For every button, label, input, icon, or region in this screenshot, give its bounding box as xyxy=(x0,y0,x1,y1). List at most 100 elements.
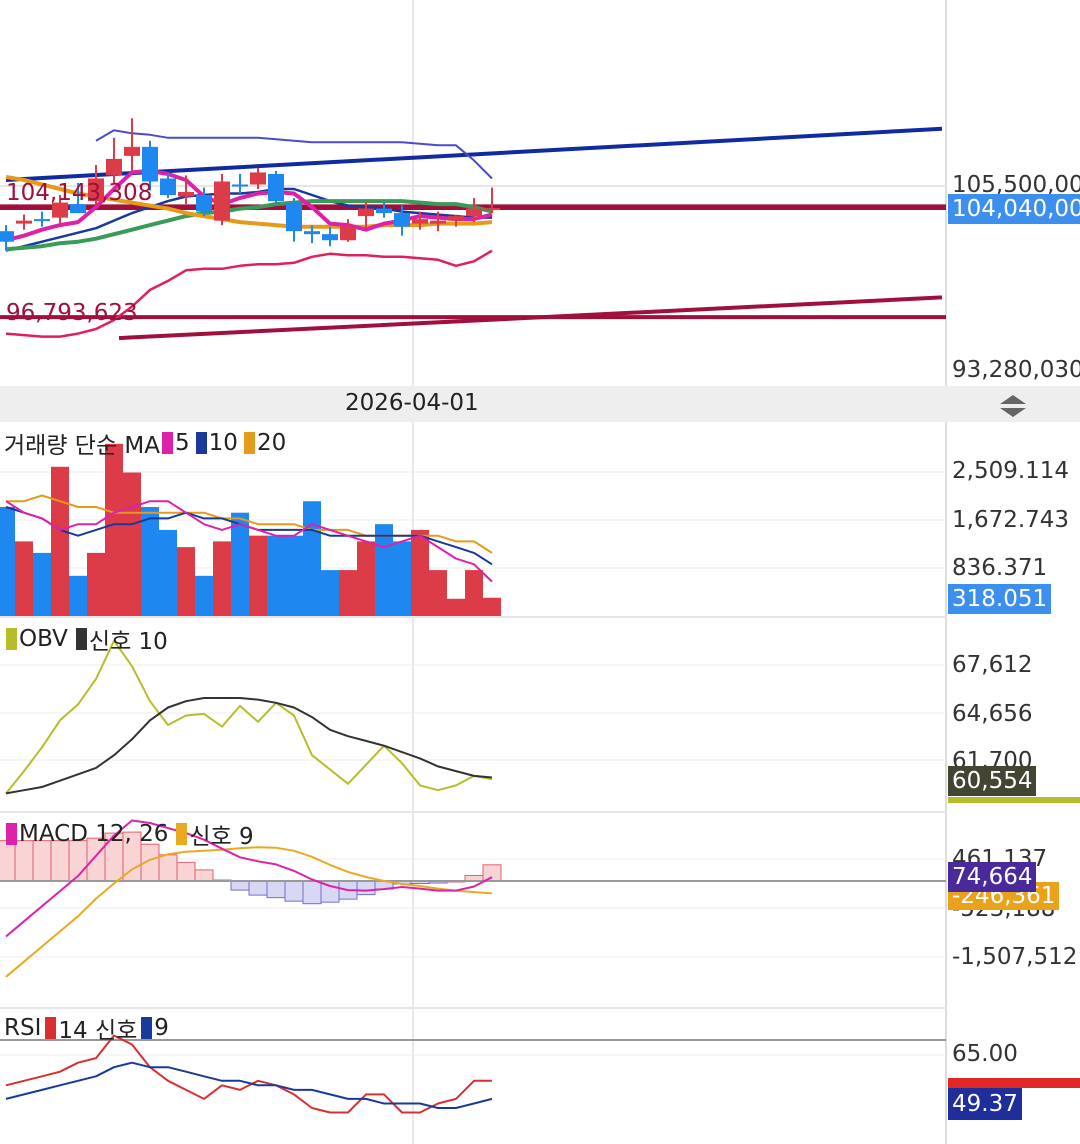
crosshair-date-label: 2026-04-01 xyxy=(345,390,479,416)
volume-bar xyxy=(249,535,267,616)
volume-bar xyxy=(177,547,195,616)
volume-bar xyxy=(339,570,357,616)
obv-current-tag: 60,554 xyxy=(948,766,1037,796)
obv-line xyxy=(5,639,493,795)
obv-axis-label: 67,612 xyxy=(952,652,1033,678)
price-axis-label: 93,280,030 xyxy=(952,357,1080,383)
candle-body xyxy=(250,172,266,185)
volume-bar xyxy=(159,529,177,616)
obv-color-strip xyxy=(948,797,1080,803)
candle-body xyxy=(196,195,212,212)
volume-bar xyxy=(465,570,483,616)
obv-legend-signal: 신호 10 xyxy=(88,629,168,655)
volume-bar xyxy=(51,466,69,616)
rsi-legend-p2: 9 xyxy=(154,1015,169,1041)
macd-histogram-bar xyxy=(248,880,268,896)
candle-body xyxy=(268,173,284,202)
candle-body xyxy=(394,213,410,227)
macd-histogram-bar xyxy=(230,880,250,891)
candle-body xyxy=(358,208,374,217)
volume-bar xyxy=(357,541,375,616)
volume-bar xyxy=(213,541,231,616)
obv-legend: OBV 신호 10 xyxy=(4,622,168,656)
volume-legend: 거래량 단순 MA 5 10 20 xyxy=(4,426,286,460)
volume-bar xyxy=(141,506,159,616)
macd-legend-name: MACD 12, 26 xyxy=(19,821,169,847)
rsi-current-tag: 49.37 xyxy=(948,1088,1022,1120)
chart-canvas[interactable] xyxy=(0,0,1080,1144)
candle-body xyxy=(376,208,392,214)
candle-body xyxy=(430,220,446,224)
volume-current-tag: 318.051 xyxy=(948,584,1052,614)
volume-bar xyxy=(0,506,15,616)
volume-legend-p1: 5 xyxy=(175,430,190,456)
volume-bar xyxy=(195,575,213,616)
ma5-swatch xyxy=(162,432,174,454)
rsi-axis-label: 65.00 xyxy=(952,1041,1018,1067)
macd-histogram-bar xyxy=(302,880,322,905)
candle-body xyxy=(214,181,230,221)
macd-current-tag: 74,664 xyxy=(948,862,1037,892)
price-annotation-upper: 104,143,308 xyxy=(6,180,153,206)
candle-body xyxy=(304,231,320,235)
rsi-value-strip xyxy=(948,1078,1080,1088)
volume-bar xyxy=(393,541,411,616)
candle-body xyxy=(412,219,428,224)
candle-body xyxy=(448,216,464,221)
macd-histogram-bar xyxy=(194,869,214,882)
price-current-tag: 104,040,000 xyxy=(948,194,1080,224)
volume-bar xyxy=(447,598,465,616)
candle-body xyxy=(0,231,14,242)
volume-bar xyxy=(15,541,33,616)
volume-axis-label: 2,509.114 xyxy=(952,458,1070,484)
candle-body xyxy=(16,220,32,224)
candle-body xyxy=(340,226,356,241)
macd-histogram-bar xyxy=(482,864,502,882)
volume-bar xyxy=(411,529,429,616)
macd-histogram-bar xyxy=(266,880,286,899)
rsi-signal-swatch xyxy=(141,1017,153,1039)
candle-body xyxy=(178,192,194,197)
volume-bar xyxy=(483,597,501,616)
volume-bar xyxy=(231,512,249,616)
macd-histogram-bar xyxy=(356,880,376,896)
macd-swatch xyxy=(6,823,17,845)
obv-swatch xyxy=(6,628,17,650)
candle-body xyxy=(322,234,338,241)
volume-axis-label: 1,672.743 xyxy=(952,507,1070,533)
volume-bar xyxy=(105,443,123,616)
volume-bar xyxy=(267,535,285,616)
volume-bar xyxy=(303,501,321,616)
rsi-legend-p1: 14 신호 xyxy=(58,1018,138,1044)
candle-body xyxy=(484,207,500,211)
candle-body xyxy=(160,178,176,196)
macd-axis-label: -1,507,512 xyxy=(952,944,1078,970)
volume-bar xyxy=(123,472,141,616)
rsi-legend-name: RSI xyxy=(4,1015,42,1041)
macd-legend-signal: 신호 9 xyxy=(189,824,254,850)
volume-bar xyxy=(375,524,393,616)
ma20-swatch xyxy=(243,432,255,454)
volume-bar xyxy=(429,570,447,616)
macd-histogram-bar xyxy=(176,861,196,882)
candle-body xyxy=(34,219,50,222)
candle-body xyxy=(286,202,302,232)
obv-legend-name: OBV xyxy=(19,626,68,652)
obv-axis-label: 64,656 xyxy=(952,701,1033,727)
rsi-swatch xyxy=(45,1017,57,1039)
candle-body xyxy=(106,158,122,176)
panel-resize-icon[interactable] xyxy=(997,392,1029,420)
volume-axis-label: 836.371 xyxy=(952,555,1048,581)
volume-legend-p3: 20 xyxy=(256,430,287,456)
volume-legend-p2: 10 xyxy=(208,430,238,456)
candle-body xyxy=(124,146,140,156)
macd-signal-swatch xyxy=(176,823,188,845)
obv-signal-swatch xyxy=(75,628,87,650)
rsi-line xyxy=(5,1034,492,1114)
volume-bar xyxy=(69,575,87,616)
volume-bar xyxy=(321,570,339,616)
volume-bar xyxy=(33,552,51,616)
candle-body xyxy=(466,208,482,217)
ma10-swatch xyxy=(195,432,207,454)
rsi-legend: RSI 14 신호 9 xyxy=(4,1011,169,1045)
